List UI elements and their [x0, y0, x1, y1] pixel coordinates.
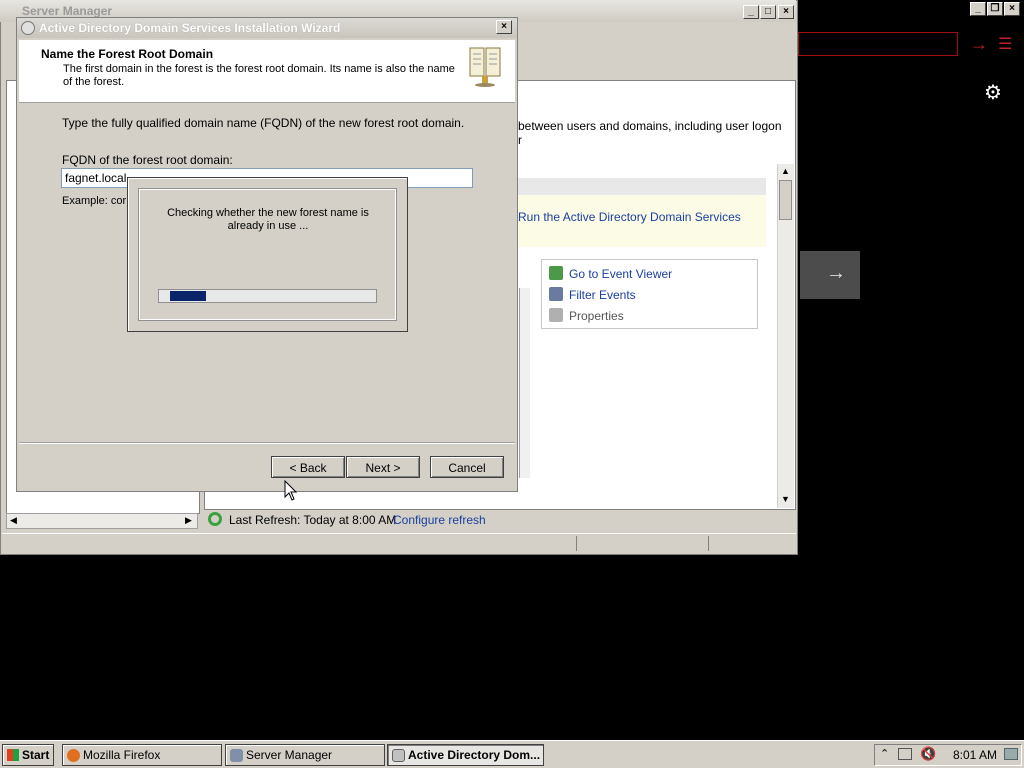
role-description-line2: r: [518, 133, 522, 147]
progress-bar-fill: [170, 291, 206, 301]
outer-restore-icon[interactable]: ❐: [987, 2, 1003, 16]
server-manager-statusbar: [2, 533, 796, 554]
minimize-icon[interactable]: _: [743, 5, 759, 19]
taskbar-item-firefox[interactable]: Mozilla Firefox: [62, 744, 222, 766]
show-desktop-icon[interactable]: [1004, 748, 1018, 760]
button-separator: [19, 442, 515, 444]
fqdn-label: FQDN of the forest root domain:: [62, 153, 233, 167]
taskbar-item-adds-wizard[interactable]: Active Directory Dom...: [387, 744, 544, 766]
go-to-event-viewer-link[interactable]: Go to Event Viewer: [569, 267, 672, 281]
taskbar-item-label: Server Manager: [246, 748, 333, 762]
fqdn-instruction: Type the fully qualified domain name (FQ…: [62, 116, 465, 130]
taskbar-item-label: Mozilla Firefox: [83, 748, 161, 762]
close-icon[interactable]: ×: [778, 5, 794, 19]
configure-refresh-link[interactable]: Configure refresh: [393, 513, 486, 527]
start-label: Start: [22, 748, 50, 762]
properties-icon: [549, 308, 563, 322]
gear-icon[interactable]: ⚙: [984, 80, 1002, 105]
network-icon[interactable]: [898, 748, 912, 760]
volume-muted-icon[interactable]: 🔇: [920, 746, 936, 762]
filter-events-link[interactable]: Filter Events: [569, 288, 636, 302]
cancel-button[interactable]: Cancel: [430, 456, 504, 478]
system-tray: [874, 744, 1022, 766]
clock: 8:01 AM: [953, 748, 998, 762]
outer-close-icon[interactable]: ×: [1004, 2, 1020, 16]
outer-minimize-icon[interactable]: _: [970, 2, 986, 16]
hamburger-menu-icon[interactable]: ☰: [998, 34, 1012, 54]
scroll-up-icon[interactable]: ▲: [781, 166, 790, 176]
chevron-up-icon[interactable]: ⌃: [880, 747, 889, 760]
mouse-cursor-icon: [284, 480, 298, 501]
address-bar[interactable]: [798, 32, 958, 56]
role-description-line1: between users and domains, including use…: [518, 119, 782, 133]
page-subtext: The first domain in the forest is the fo…: [63, 63, 455, 88]
event-viewer-icon: [549, 266, 563, 280]
close-icon[interactable]: ×: [496, 20, 512, 34]
refresh-icon[interactable]: [208, 512, 222, 526]
back-button[interactable]: < Back: [271, 456, 345, 478]
taskbar-item-server-manager[interactable]: Server Manager: [225, 744, 385, 766]
events-grid: [519, 288, 530, 478]
wizard-app-icon: [392, 749, 405, 762]
taskbar-item-label: Active Directory Dom...: [408, 748, 541, 762]
windows-logo-icon: [7, 749, 19, 761]
section-header: [516, 178, 766, 196]
arrow-right-icon[interactable]: →: [970, 34, 988, 55]
last-refresh-text: Last Refresh: Today at 8:00 AM: [229, 513, 397, 527]
scroll-down-icon[interactable]: ▼: [781, 494, 790, 504]
wizard-title: Active Directory Domain Services Install…: [39, 21, 341, 35]
page-heading: Name the Forest Root Domain: [41, 47, 214, 61]
wizard-app-icon: [21, 21, 35, 35]
scroll-left-icon[interactable]: ◀: [10, 515, 17, 526]
start-button[interactable]: Start: [2, 744, 54, 766]
main-vertical-scrollbar[interactable]: ▲ ▼: [777, 164, 794, 508]
filter-icon: [549, 287, 563, 301]
properties-link[interactable]: Properties: [569, 309, 624, 323]
progress-message: Checking whether the new forest name is …: [167, 207, 369, 232]
server-manager-title: Server Manager: [22, 4, 113, 18]
next-button[interactable]: Next >: [346, 456, 420, 478]
scroll-right-icon[interactable]: ▶: [185, 515, 192, 526]
book-icon: [469, 47, 501, 87]
example-text: Example: corp: [62, 195, 133, 207]
run-adds-link[interactable]: Run the Active Directory Domain Services: [518, 210, 741, 224]
arrow-right-icon[interactable]: →: [826, 262, 846, 285]
firefox-icon: [67, 749, 80, 762]
maximize-icon[interactable]: □: [760, 5, 776, 19]
tree-horizontal-scrollbar[interactable]: ◀ ▶: [6, 513, 198, 529]
server-manager-icon: [230, 749, 243, 762]
scroll-thumb[interactable]: [779, 180, 792, 220]
